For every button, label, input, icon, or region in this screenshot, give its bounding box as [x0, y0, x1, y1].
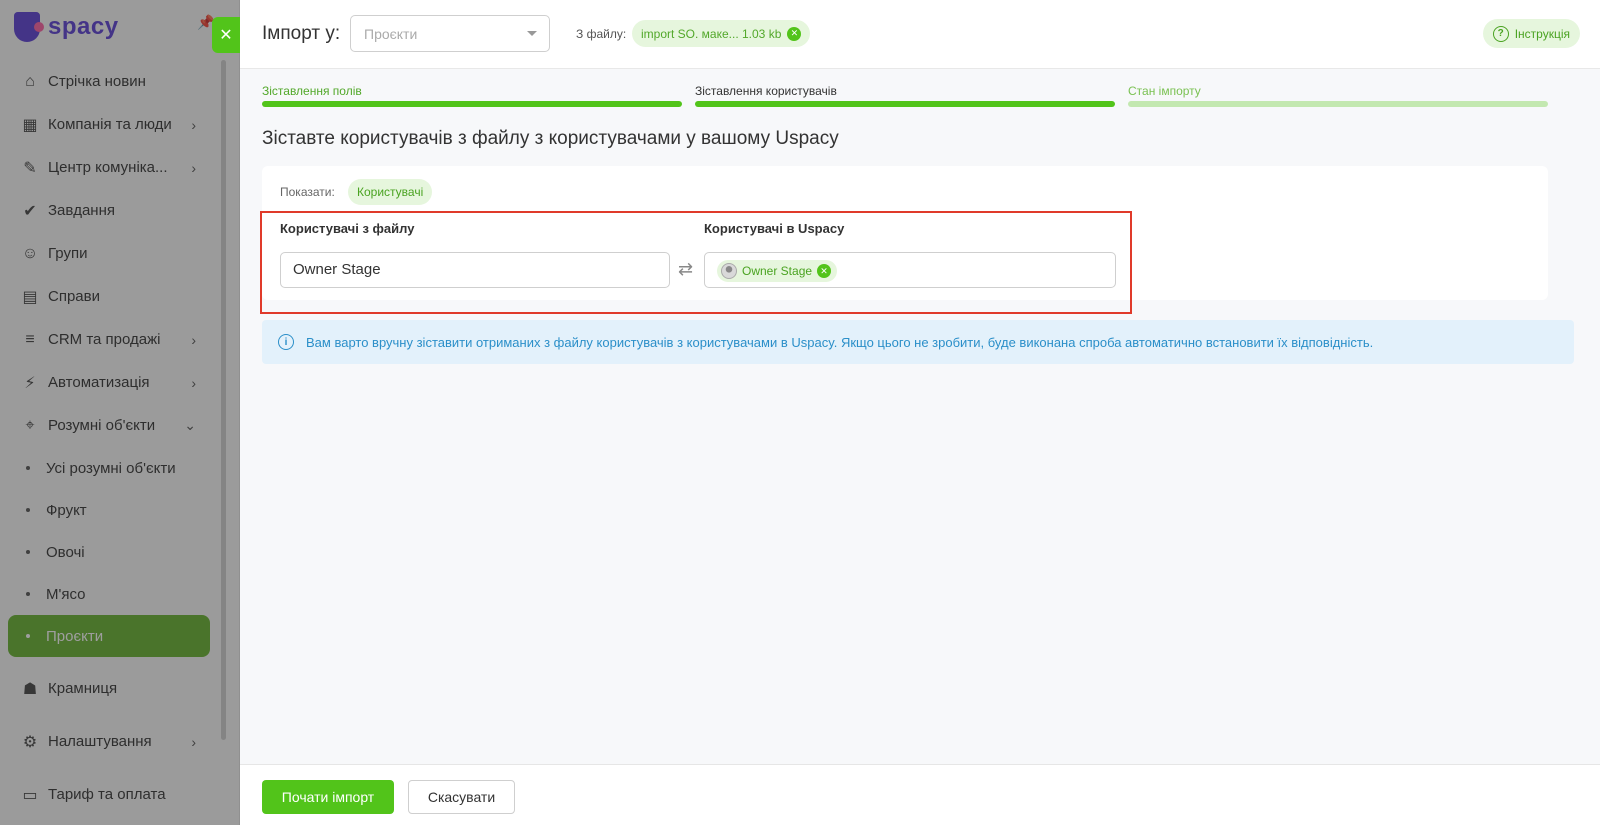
avatar	[721, 263, 737, 279]
swap-arrows-icon: ⇄	[678, 259, 694, 279]
step-import-status[interactable]: Стан імпорту	[1128, 84, 1548, 107]
step-progress-bar	[262, 101, 682, 107]
drawer-footer: Почати імпорт Скасувати	[240, 764, 1600, 825]
info-icon: i	[278, 334, 294, 350]
help-icon: ?	[1492, 25, 1509, 42]
import-target-select[interactable]: Проєкти	[350, 15, 550, 52]
remove-user-icon[interactable]: ✕	[817, 264, 832, 278]
close-drawer-button[interactable]: ✕	[212, 17, 240, 53]
page-title: Зіставте користувачів з файлу з користув…	[262, 128, 839, 149]
import-drawer: Імпорт у: Проєкти З файлу: import SO. ма…	[240, 0, 1600, 825]
uspacy-users-header: Користувачі в Uspacy	[704, 221, 845, 236]
user-mapping-card: Показати: Користувачі Користувачі з файл…	[262, 166, 1548, 300]
file-chip: import SO. маке... 1.03 kb ✕	[632, 20, 811, 47]
step-label: Зіставлення користувачів	[695, 84, 837, 98]
info-banner: i Вам варто вручну зіставити отриманих з…	[262, 320, 1574, 364]
start-import-button[interactable]: Почати імпорт	[262, 780, 394, 814]
file-label: З файлу:	[576, 27, 627, 41]
close-icon: ✕	[219, 27, 233, 44]
import-title: Імпорт у:	[262, 23, 341, 44]
step-progress-bar	[695, 101, 1115, 107]
step-users-mapping[interactable]: Зіставлення користувачів	[695, 84, 1115, 107]
import-stepper: Зіставлення полів Зіставлення користувач…	[262, 84, 1579, 108]
step-label: Стан імпорту	[1128, 84, 1201, 98]
info-text: Вам варто вручну зіставити отриманих з ф…	[306, 334, 1374, 350]
uspacy-user-select[interactable]: Owner Stage ✕	[704, 252, 1116, 288]
file-user-field[interactable]: Owner Stage	[280, 252, 670, 288]
selected-user-label: Owner Stage	[742, 264, 813, 278]
file-chip-label: import SO. маке... 1.03 kb	[641, 26, 782, 41]
instruction-label: Інструкція	[1514, 26, 1570, 41]
step-progress-bar	[1128, 101, 1548, 107]
cancel-button[interactable]: Скасувати	[408, 780, 515, 814]
caret-down-icon	[527, 31, 537, 36]
show-label: Показати:	[280, 185, 335, 199]
selected-user-chip: Owner Stage ✕	[717, 260, 838, 282]
step-fields-mapping[interactable]: Зіставлення полів	[262, 84, 682, 107]
import-target-value: Проєкти	[364, 26, 418, 42]
modal-overlay[interactable]	[0, 0, 240, 825]
step-label: Зіставлення полів	[262, 84, 362, 98]
import-header: Імпорт у: Проєкти З файлу: import SO. ма…	[240, 0, 1600, 69]
remove-file-icon[interactable]: ✕	[787, 26, 802, 41]
filter-chip-users[interactable]: Користувачі	[348, 179, 433, 205]
file-users-header: Користувачі з файлу	[280, 221, 415, 236]
instruction-button[interactable]: ? Інструкція	[1482, 19, 1580, 48]
